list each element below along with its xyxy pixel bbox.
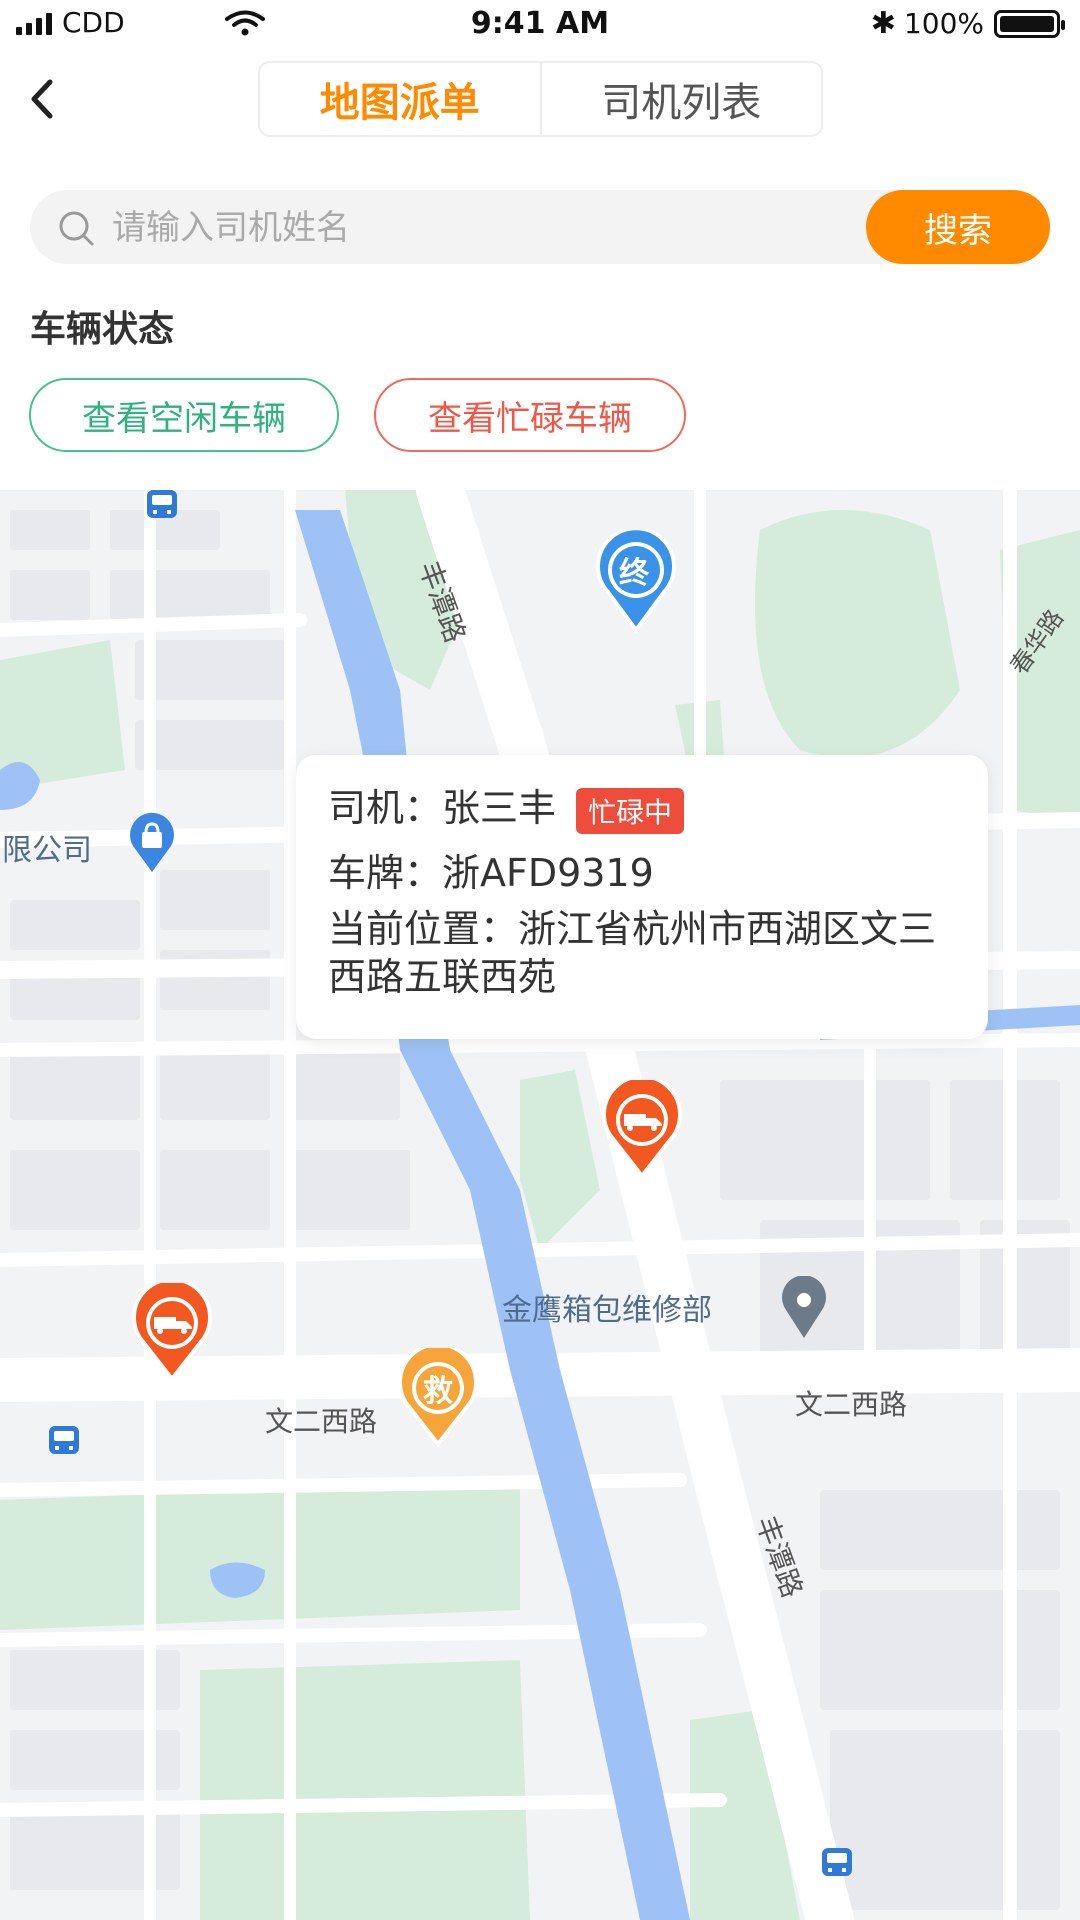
plate-value: 浙AFD9319	[442, 851, 654, 895]
status-bar: CDD 9:41 AM ✱ 100%	[0, 0, 1080, 50]
road-label: 文二西路	[265, 1405, 378, 1438]
battery-text: 100%	[903, 7, 984, 40]
map-view[interactable]: 丰潭路 春华路 文二西路 文二西路 丰潭路 限公司 金鹰箱包维修部 终 救	[0, 490, 1080, 1920]
view-idle-vehicles-button[interactable]: 查看空闲车辆	[29, 378, 339, 452]
driver-label: 司机：	[328, 786, 443, 830]
search-bar: 搜索	[30, 190, 1050, 264]
road-label: 文二西路	[795, 1388, 908, 1421]
bluetooth-icon: ✱	[870, 6, 896, 41]
view-busy-vehicles-button[interactable]: 查看忙碌车辆	[374, 378, 686, 452]
tab-map-dispatch[interactable]: 地图派单	[260, 63, 540, 135]
vehicle-status-title: 车辆状态	[30, 309, 175, 350]
rescue-marker-label: 救	[423, 1374, 453, 1409]
search-button[interactable]: 搜索	[866, 190, 1050, 264]
driver-name: 张三丰	[442, 786, 557, 830]
tab-driver-list[interactable]: 司机列表	[539, 63, 822, 135]
location-row: 当前位置：浙江省杭州市西湖区文三西路五联西苑	[328, 905, 958, 1001]
back-icon[interactable]	[22, 74, 62, 124]
driver-info-card[interactable]: 司机：张三丰 忙碌中 车牌：浙AFD9319 当前位置：浙江省杭州市西湖区文三西路…	[296, 755, 988, 1039]
plate-label: 车牌：	[328, 851, 443, 895]
shopping-bag-icon[interactable]	[128, 812, 176, 874]
tab-segment: 地图派单 司机列表	[258, 61, 823, 137]
map-base	[0, 490, 1080, 1920]
status-badge: 忙碌中	[576, 787, 685, 834]
poi-label: 金鹰箱包维修部	[502, 1293, 712, 1328]
poi-label: 限公司	[2, 833, 92, 868]
bus-stop-icon[interactable]	[822, 1848, 852, 1876]
battery-icon	[994, 9, 1065, 38]
plate-row: 车牌：浙AFD9319	[328, 842, 654, 897]
location-label: 当前位置：	[328, 907, 519, 951]
search-icon	[59, 211, 94, 246]
driver-row: 司机：张三丰 忙碌中	[328, 777, 685, 834]
battery-level	[1000, 15, 1054, 32]
tow-truck-icon[interactable]	[600, 1080, 684, 1180]
end-marker-label: 终	[619, 556, 649, 591]
location-pin-icon[interactable]	[780, 1276, 828, 1340]
tow-truck-icon[interactable]	[130, 1283, 214, 1383]
bus-stop-icon[interactable]	[49, 1426, 79, 1454]
bus-stop-icon[interactable]	[147, 490, 177, 518]
status-right: ✱ 100%	[870, 6, 1065, 41]
search-input[interactable]	[110, 202, 874, 254]
